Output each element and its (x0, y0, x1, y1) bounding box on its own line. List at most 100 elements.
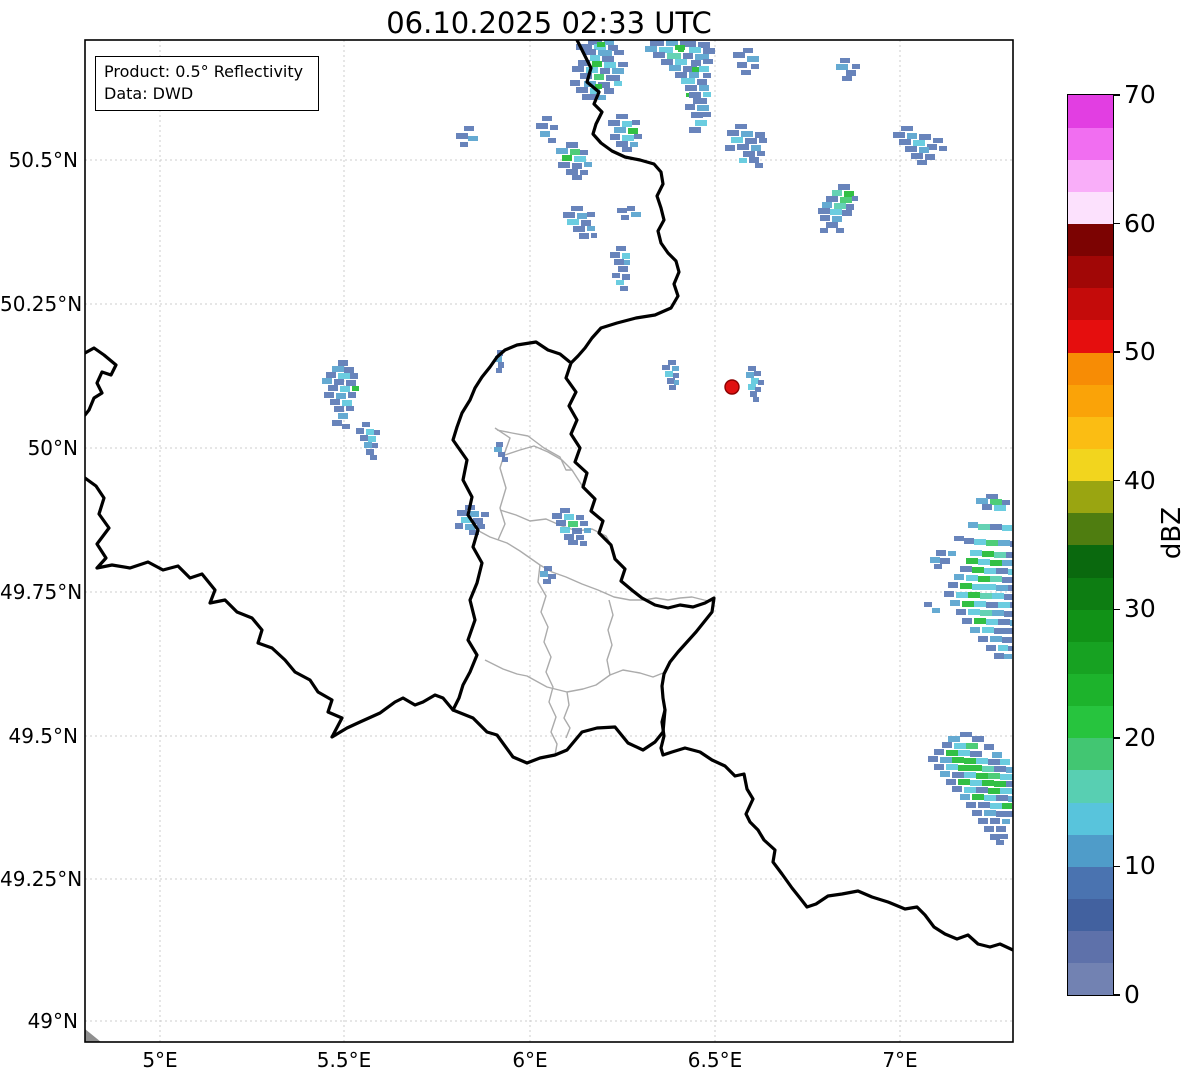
radar-echo-cell (591, 233, 597, 238)
radar-echo-cell (587, 212, 595, 217)
radar-echo-cell (960, 732, 972, 737)
radar-echo-cell (725, 145, 735, 151)
radar-echo-cell (978, 576, 990, 582)
radar-echo-cell (572, 175, 582, 180)
radar-echo-cell (598, 95, 606, 100)
radar-echo-cell (998, 619, 1010, 625)
radar-echo-cell (998, 645, 1008, 651)
radar-echo-cell (1000, 774, 1012, 780)
radar-echo-cell (978, 559, 990, 565)
radar-echo-cell (1000, 759, 1010, 765)
radar-echo-cell (582, 94, 596, 100)
radar-echo-cluster (645, 40, 715, 133)
admin-border-path (643, 596, 714, 603)
country-border-path (451, 340, 716, 765)
radar-echo-cell (960, 566, 972, 572)
radar-echo-cell (958, 779, 970, 785)
radar-echo-cell (966, 743, 978, 749)
radar-echo-cell (826, 196, 838, 202)
radar-echo-cell (940, 558, 950, 564)
radar-echo-cell (544, 566, 552, 571)
radar-echo-cell (852, 64, 860, 69)
radar-echo-cell (346, 406, 354, 411)
radar-echo-cluster (924, 494, 1013, 659)
radar-echo-cell (328, 385, 338, 391)
radar-echo-cell (954, 574, 964, 580)
radar-echo-cell (604, 88, 614, 94)
radar-echo-cell (675, 59, 687, 65)
radar-echo-cell (994, 653, 1004, 659)
radar-echo-cell (974, 539, 986, 545)
radar-echo-cluster (322, 360, 359, 429)
radar-echo-cell (564, 534, 574, 540)
radar-echo-cell (982, 504, 992, 510)
radar-echo-cell (934, 749, 944, 755)
radar-echo-cell (899, 139, 911, 145)
radar-echo-cell (836, 64, 848, 70)
product-info-line1: Product: 0.5° Reflectivity (104, 62, 304, 81)
radar-echo-cell (352, 386, 359, 391)
radar-echo-cell (996, 840, 1004, 845)
radar-echo-cell (689, 92, 701, 98)
radar-echo-cell (542, 116, 552, 121)
radar-echo-cell (338, 373, 350, 379)
radar-echo-cell (994, 628, 1006, 634)
radar-echo-cell (972, 567, 984, 573)
radar-echo-cell (362, 422, 370, 427)
radar-echo-cell (996, 795, 1008, 801)
radar-echo-cell (739, 158, 747, 163)
radar-echo-cell (370, 455, 377, 460)
radar-echo-cell (901, 126, 913, 131)
radar-echo-cell (737, 144, 749, 150)
radar-echo-cell (972, 810, 982, 816)
radar-echo-cell (574, 156, 586, 162)
radar-echo-cell (838, 184, 850, 190)
radar-echo-cell (933, 138, 943, 143)
radar-echo-cell (982, 627, 994, 633)
radar-echo-cluster (608, 114, 642, 152)
colorbar-tick-label: 60 (1124, 208, 1156, 238)
radar-echo-cell (1002, 819, 1010, 824)
radar-echo-cell (691, 112, 703, 118)
radar-echo-cell (693, 98, 707, 104)
radar-echo-cell (990, 818, 1000, 824)
radar-echo-cell (925, 154, 935, 160)
radar-echo-cell (634, 134, 642, 139)
radar-echo-cell (366, 429, 374, 435)
radar-echo-cell (934, 764, 944, 770)
radar-echo-cell (731, 137, 743, 143)
radar-echo-cell (934, 564, 942, 569)
colorbar-outline (1067, 94, 1114, 996)
map-frame (84, 39, 1014, 1043)
radar-echo-cell (672, 366, 679, 371)
radar-echo-cell (948, 582, 958, 588)
radar-echo-cell (840, 58, 850, 63)
radar-echo-cluster (552, 508, 591, 546)
radar-echo-cell (939, 146, 947, 151)
admin-border-path (504, 445, 584, 488)
radar-echo-cell (751, 64, 759, 69)
radar-echo-cell (556, 520, 566, 526)
radar-echo-cell (689, 127, 701, 133)
radar-echo-cell (566, 169, 578, 175)
radar-echo-cell (966, 802, 976, 808)
map-canvas (84, 39, 1014, 1043)
radar-echo-cell (984, 568, 996, 574)
radar-echo-cell (998, 540, 1010, 546)
radar-echo-cell (952, 786, 962, 792)
radar-echo-cell (685, 104, 695, 110)
radar-echo-cell (631, 212, 641, 217)
radar-echo-cell (662, 365, 670, 370)
radar-echo-cell (990, 834, 1000, 840)
radar-echo-cluster (733, 48, 759, 75)
radar-echo-cell (540, 131, 550, 137)
radar-echo-cell (563, 212, 575, 218)
radar-echo-cell (820, 215, 830, 221)
radar-echo-cell (982, 551, 994, 557)
radar-echo-cell (558, 162, 570, 168)
radar-echo-cell (759, 138, 767, 143)
radar-echo-cell (996, 826, 1006, 832)
radar-echo-cell (592, 61, 602, 67)
radar-echo-cell (940, 771, 950, 777)
radar-echo-cell (699, 85, 709, 91)
